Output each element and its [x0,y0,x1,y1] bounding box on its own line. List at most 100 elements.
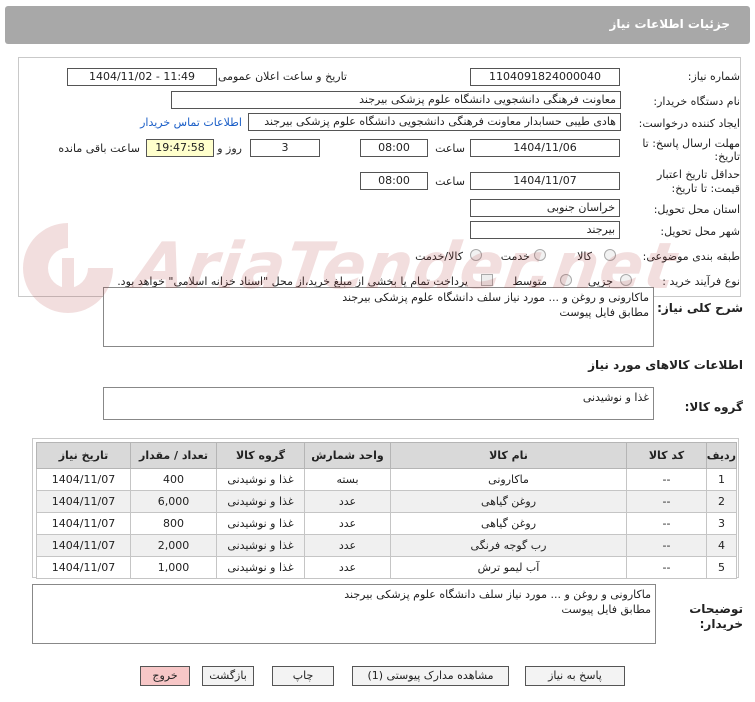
cell-row: 4 [706,534,737,557]
page-title: جزئیات اطلاعات نیاز [609,17,730,31]
goods-group-field: غذا و نوشیدنی [103,387,654,420]
page: جزئیات اطلاعات نیاز شماره نیاز: 11040918… [0,0,755,702]
buyer-notes-label: توضیحات [689,602,743,616]
province-label: استان محل تحویل: [653,203,740,216]
exit-button[interactable]: خروج [140,666,190,686]
cell-code: -- [626,556,707,579]
province-field: خراسان جنوبی [470,199,620,217]
announce-field: 1404/11/02 - 11:49 [67,68,217,86]
validity-date-field: 1404/11/07 [470,172,620,190]
process-medium-radio[interactable] [560,274,572,286]
category-service-radio[interactable] [534,249,546,261]
remaining-time-field: 19:47:58 [146,139,214,157]
city-field: بیرجند [470,221,620,239]
cell-group: غذا و نوشیدنی [216,556,305,579]
cell-qty: 2,000 [130,534,217,557]
description-line-2: مطابق فایل پیوست [559,306,649,319]
cell-name: ماکارونی [390,468,627,491]
table-row: 4 -- رب گوجه فرنگی عدد غذا و نوشیدنی 2,0… [36,534,737,557]
description-label: شرح کلی نیاز: [657,301,743,315]
cell-unit: بسته [304,468,391,491]
cell-row: 2 [706,490,737,513]
cell-unit: عدد [304,512,391,535]
cell-unit: عدد [304,534,391,557]
cell-name: روغن گیاهی [390,512,627,535]
cell-qty: 800 [130,512,217,535]
process-minor-radio[interactable] [620,274,632,286]
print-button[interactable]: چاپ [272,666,334,686]
items-table: ردیف کد کالا نام کالا واحد شمارش گروه کا… [36,442,737,579]
goods-section-title: اطلاعات کالاهای مورد نیاز [588,358,743,372]
remaining-time-label: ساعت باقی مانده [58,142,140,155]
cell-code: -- [626,490,707,513]
reply-date-field: 1404/11/06 [470,139,620,157]
cell-row: 1 [706,468,737,491]
cell-name: روغن گیاهی [390,490,627,513]
table-row: 5 -- آب لیمو ترش عدد غذا و نوشیدنی 1,000… [36,556,737,579]
col-group-header: گروه کالا [216,442,305,469]
category-label: طبقه بندی موضوعی: [642,250,740,263]
goods-group-value: غذا و نوشیدنی [582,391,649,404]
cell-date: 1404/11/07 [36,556,131,579]
description-textarea[interactable]: ماکارونی و روغن و ... مورد نیاز سلف دانش… [103,287,654,347]
cell-date: 1404/11/07 [36,468,131,491]
back-button[interactable]: بازگشت [202,666,254,686]
cell-group: غذا و نوشیدنی [216,468,305,491]
treasury-payment-checkbox[interactable] [481,274,493,286]
cell-unit: عدد [304,556,391,579]
buyer-contact-link[interactable]: اطلاعات تماس خریدار [140,116,242,129]
category-both-radio[interactable] [470,249,482,261]
reply-time-label: ساعت [435,142,465,155]
buyer-notes-line-2: مطابق فایل پیوست [561,603,651,616]
days-label: روز و [217,142,242,155]
table-header-row: ردیف کد کالا نام کالا واحد شمارش گروه کا… [36,442,737,469]
price-validity-label: حداقل تاریخ اعتبار [656,168,740,181]
city-label: شهر محل تحویل: [660,225,740,238]
price-validity-label-2: قیمت: تا تاریخ: [671,182,740,195]
col-name-header: نام کالا [390,442,627,469]
col-date-header: تاریخ نیاز [36,442,131,469]
col-code-header: کد کالا [626,442,707,469]
cell-code: -- [626,468,707,491]
creator-label: ایجاد کننده درخواست: [638,117,740,130]
category-both-label: کالا/خدمت [415,250,463,263]
cell-date: 1404/11/07 [36,534,131,557]
reply-to-need-button[interactable]: پاسخ به نیاز [525,666,625,686]
buyer-org-field: معاونت فرهنگی دانشجویی دانشگاه علوم پزشک… [171,91,621,109]
cell-row: 3 [706,512,737,535]
cell-qty: 6,000 [130,490,217,513]
validity-time-label: ساعت [435,175,465,188]
cell-qty: 1,000 [130,556,217,579]
creator-field: هادی طیبی حسابدار معاونت فرهنگی دانشجویی… [248,113,621,131]
cell-group: غذا و نوشیدنی [216,534,305,557]
goods-group-label: گروه کالا: [684,400,743,414]
col-qty-header: تعداد / مقدار [130,442,217,469]
buyer-notes-textarea[interactable]: ماکارونی و روغن و ... مورد نیاز سلف دانش… [32,584,656,644]
description-line-1: ماکارونی و روغن و ... مورد نیاز سلف دانش… [342,291,649,304]
days-remaining-field: 3 [250,139,320,157]
col-unit-header: واحد شمارش [304,442,391,469]
cell-code: -- [626,512,707,535]
header-bar: جزئیات اطلاعات نیاز [5,6,750,44]
cell-qty: 400 [130,468,217,491]
items-table-container: ردیف کد کالا نام کالا واحد شمارش گروه کا… [32,438,739,579]
cell-group: غذا و نوشیدنی [216,512,305,535]
buyer-org-label: نام دستگاه خریدار: [653,95,740,108]
cell-row: 5 [706,556,737,579]
category-goods-radio[interactable] [604,249,616,261]
cell-date: 1404/11/07 [36,490,131,513]
view-attachments-button[interactable]: مشاهده مدارک پیوستی (1) [352,666,509,686]
cell-name: رب گوجه فرنگی [390,534,627,557]
buyer-notes-label-2: خریدار: [699,617,743,631]
category-goods-label: کالا [577,250,592,263]
cell-group: غذا و نوشیدنی [216,490,305,513]
col-row-header: ردیف [706,442,737,469]
buyer-notes-line-1: ماکارونی و روغن و ... مورد نیاز سلف دانش… [344,588,651,601]
reply-deadline-label-2: تاریخ: [714,150,740,163]
table-row: 2 -- روغن گیاهی عدد غذا و نوشیدنی 6,000 … [36,490,737,513]
category-service-label: خدمت [500,250,530,263]
reply-time-field: 08:00 [360,139,428,157]
need-number-label: شماره نیاز: [687,70,740,83]
process-type-label: نوع فرآیند خرید : [662,275,740,288]
cell-unit: عدد [304,490,391,513]
